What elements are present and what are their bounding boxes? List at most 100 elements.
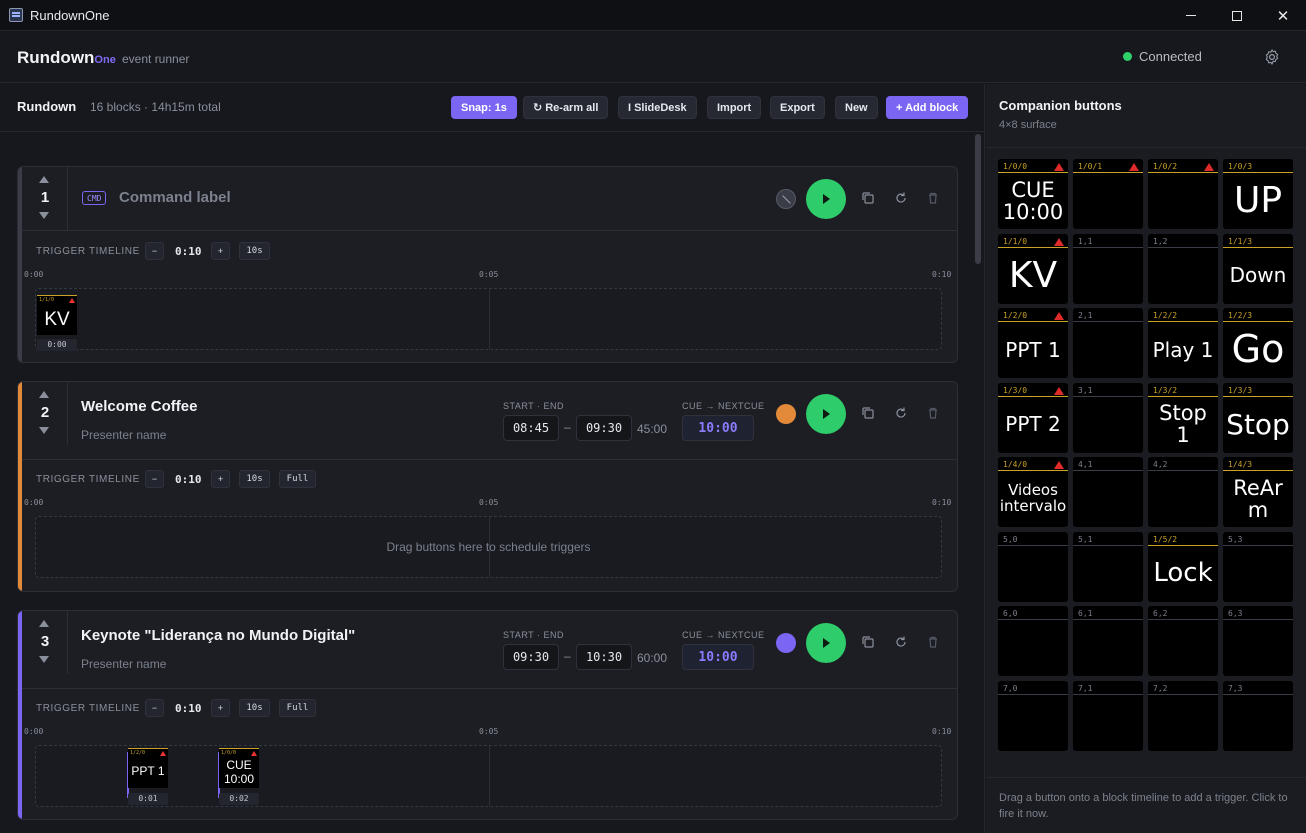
play-button[interactable] [806,623,846,663]
rearm-all-button[interactable]: ↻ Re-arm all [523,96,609,119]
rundown-block: 1 CMD Command label TRIGGER TIMELINE − 0… [17,166,958,363]
brand-logo: RundownOne [17,48,116,68]
trash-icon[interactable] [926,406,940,420]
new-button[interactable]: New [835,96,878,119]
trigger-timeline-lane[interactable]: Drag buttons here to schedule triggers [35,516,942,578]
slidedesk-button[interactable]: I SlideDesk [618,96,697,119]
block-title[interactable]: Keynote "Liderança no Mundo Digital" [81,627,355,644]
export-button[interactable]: Export [770,96,825,119]
companion-key[interactable]: 5,3 [1223,531,1293,602]
cue-input[interactable]: 10:00 [682,415,754,441]
zoom-full-button[interactable]: Full [279,699,316,717]
trigger-chip[interactable]: 1/1/0 KV [37,295,77,335]
companion-key[interactable]: 6,2 [1148,606,1218,676]
end-time-input[interactable]: 09:30 [576,415,632,441]
companion-key[interactable]: 1/3/3 Stop [1223,382,1293,453]
companion-key-topline [1148,395,1218,397]
companion-key[interactable]: 7,0 [998,680,1068,751]
start-time-input[interactable]: 09:30 [503,644,559,670]
companion-key[interactable]: 1/1/3 Down [1223,233,1293,304]
move-down-icon[interactable] [39,427,49,434]
duplicate-icon[interactable] [861,406,875,420]
trash-icon[interactable] [926,191,940,205]
color-picker-button[interactable] [776,189,796,209]
drop-hint: Drag buttons here to schedule triggers [386,540,591,554]
presenter-name[interactable]: Presenter name [81,657,166,671]
companion-key[interactable]: 6,3 [1223,606,1293,676]
companion-key[interactable]: 1/0/1 [1073,159,1143,229]
decrease-duration-button[interactable]: − [145,699,164,717]
zoom-10s-button[interactable]: 10s [239,242,270,260]
snap-button[interactable]: Snap: 1s [451,96,517,119]
import-button[interactable]: Import [707,96,762,119]
decrease-duration-button[interactable]: − [145,470,164,488]
block-title[interactable]: Welcome Coffee [81,398,197,415]
zoom-full-button[interactable]: Full [279,470,316,488]
companion-key[interactable]: 1,1 [1073,233,1143,304]
companion-key-topline [1223,172,1293,173]
companion-key[interactable]: 1/4/3 ReAr m [1223,457,1293,527]
gear-icon[interactable] [1263,48,1281,66]
trash-icon[interactable] [926,635,940,649]
companion-key[interactable]: 1/0/2 [1148,159,1218,229]
companion-key[interactable]: 5,0 [998,531,1068,602]
add-block-button[interactable]: + Add block [886,96,969,119]
trigger-timeline-lane[interactable]: 1/2/0 PPT 1 0:01 1/0/0 CUE 10:00 0:02 [35,745,942,807]
trigger-chip[interactable]: 1/2/0 PPT 1 [128,748,168,788]
trigger-chip[interactable]: 1/0/0 CUE 10:00 [219,748,259,788]
companion-key[interactable]: 7,2 [1148,680,1218,751]
start-time-input[interactable]: 08:45 [503,415,559,441]
duplicate-icon[interactable] [861,635,875,649]
companion-key[interactable]: 2,1 [1073,308,1143,378]
companion-key[interactable]: 1,2 [1148,233,1218,304]
companion-key[interactable]: 7,1 [1073,680,1143,751]
companion-key[interactable]: 1/3/0 PPT 2 [998,382,1068,453]
play-button[interactable] [806,179,846,219]
companion-key[interactable]: 6,0 [998,606,1068,676]
zoom-10s-button[interactable]: 10s [239,470,270,488]
companion-key[interactable]: 1/1/0 KV [998,233,1068,304]
companion-key[interactable]: 4,1 [1073,457,1143,527]
move-up-icon[interactable] [39,391,49,398]
reset-icon[interactable] [894,406,908,420]
companion-key[interactable]: 5,1 [1073,531,1143,602]
increase-duration-button[interactable]: + [211,242,230,260]
companion-key[interactable]: 1/2/3 Go [1223,308,1293,378]
maximize-button[interactable] [1214,0,1260,31]
play-button[interactable] [806,394,846,434]
companion-key[interactable]: 3,1 [1073,382,1143,453]
companion-key-topline [1148,246,1218,248]
companion-key[interactable]: 1/2/2 Play 1 [1148,308,1218,378]
companion-key[interactable]: 1/3/2 Stop 1 [1148,382,1218,453]
color-picker-button[interactable] [776,404,796,424]
zoom-10s-button[interactable]: 10s [239,699,270,717]
companion-key[interactable]: 4,2 [1148,457,1218,527]
increase-duration-button[interactable]: + [211,699,230,717]
move-up-icon[interactable] [39,620,49,627]
move-down-icon[interactable] [39,656,49,663]
increase-duration-button[interactable]: + [211,470,230,488]
end-time-input[interactable]: 10:30 [576,644,632,670]
companion-key[interactable]: 1/2/0 PPT 1 [998,308,1068,378]
scrollbar-thumb[interactable] [975,134,981,264]
reset-icon[interactable] [894,191,908,205]
cue-input[interactable]: 10:00 [682,644,754,670]
move-up-icon[interactable] [39,176,49,183]
move-down-icon[interactable] [39,212,49,219]
companion-key[interactable]: 7,3 [1223,680,1293,751]
companion-key[interactable]: 1/0/0 CUE 10:00 [998,159,1068,229]
trigger-timeline-lane[interactable]: 1/1/0 KV 0:00 [35,288,942,351]
close-button[interactable]: ✕ [1260,0,1306,31]
decrease-duration-button[interactable]: − [145,242,164,260]
block-title[interactable]: Command label [119,189,231,206]
reset-icon[interactable] [894,635,908,649]
companion-key[interactable]: 1/0/3 UP [1223,159,1293,229]
color-picker-button[interactable] [776,633,796,653]
presenter-name[interactable]: Presenter name [81,428,166,442]
companion-key[interactable]: 6,1 [1073,606,1143,676]
companion-key[interactable]: 1/5/2 Lock [1148,531,1218,602]
duplicate-icon[interactable] [861,191,875,205]
companion-key[interactable]: 1/4/0 Videos intervalo [998,457,1068,527]
minimize-button[interactable] [1168,0,1214,31]
companion-key-topline [1073,693,1143,695]
